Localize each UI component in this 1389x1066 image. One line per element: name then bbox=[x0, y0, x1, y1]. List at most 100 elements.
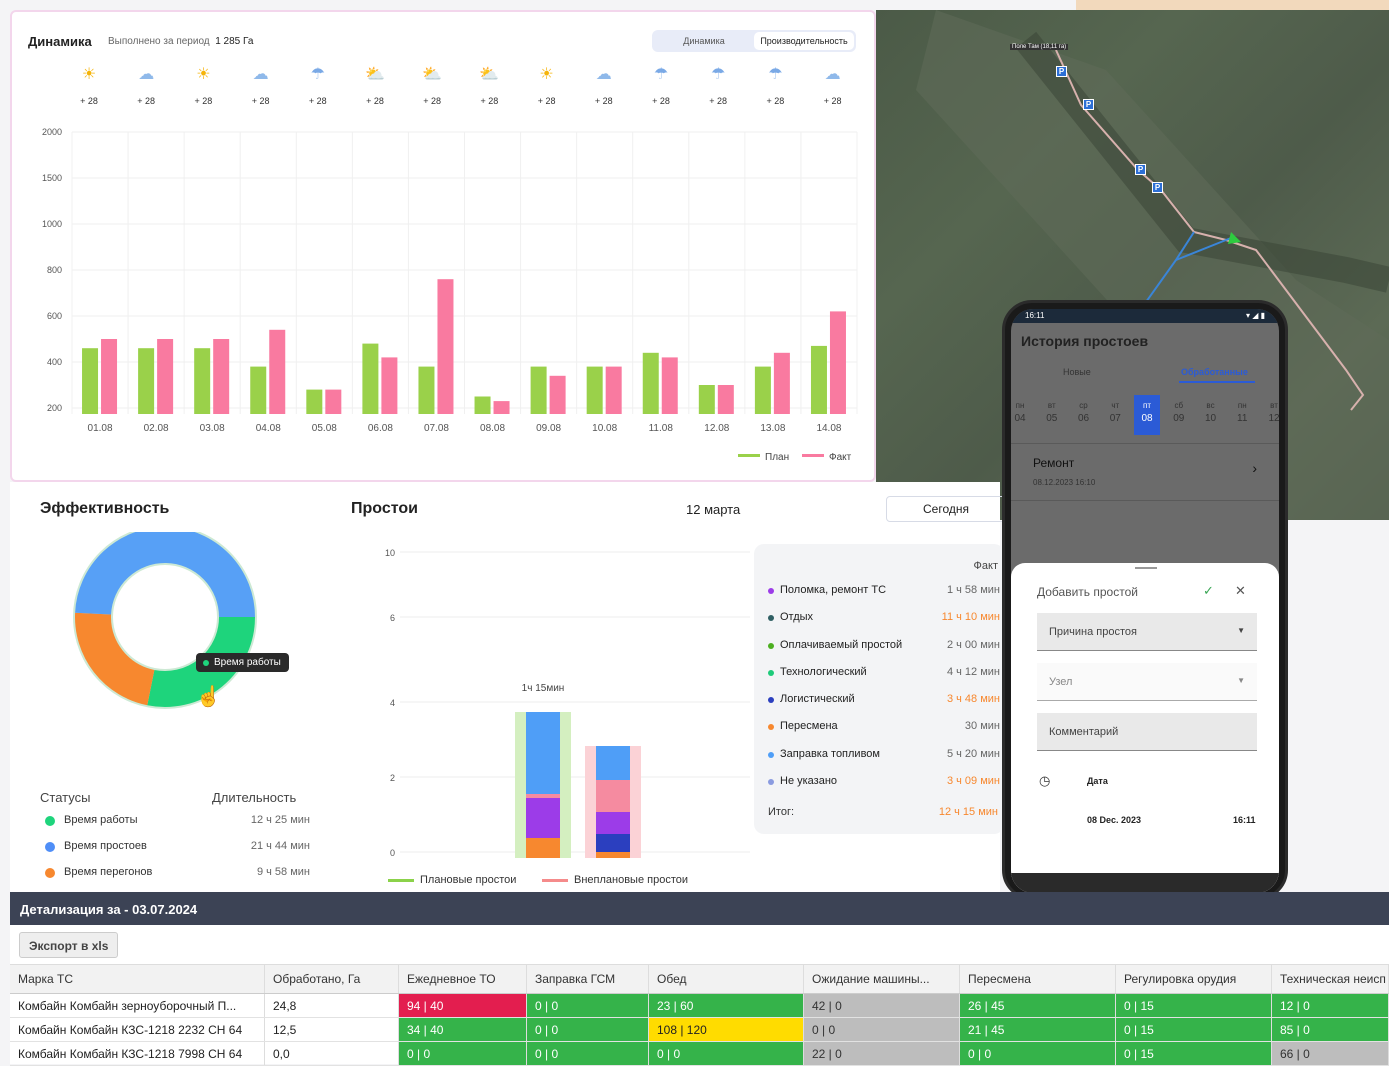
stacked-segment bbox=[526, 838, 560, 858]
sheet-handle[interactable] bbox=[1135, 567, 1157, 569]
status-label: Время перегонов bbox=[64, 866, 153, 878]
downtime-dot bbox=[768, 779, 774, 786]
column-header[interactable]: Регулировка орудия bbox=[1116, 965, 1272, 993]
column-header[interactable]: Ежедневное ТО bbox=[399, 965, 527, 993]
legend-swatch bbox=[802, 454, 824, 457]
check-icon[interactable]: ✓ bbox=[1203, 583, 1214, 599]
day-number: 09 bbox=[1173, 413, 1185, 424]
export-xls-button[interactable]: Экспорт в xls bbox=[19, 932, 119, 958]
y-tick-label: 2 bbox=[390, 773, 395, 783]
bar-plan bbox=[362, 343, 379, 414]
downtime-value: 30 мин bbox=[964, 720, 1000, 733]
legend-plan: Плановые простои bbox=[388, 874, 516, 886]
tab-indicator bbox=[1179, 381, 1255, 383]
x-tick-label: 06.08 bbox=[368, 423, 393, 434]
tab-processed[interactable]: Обработанные bbox=[1181, 367, 1248, 377]
day-cell[interactable]: сб 09 bbox=[1166, 395, 1192, 435]
date-value[interactable]: 08 Dec. 2023 bbox=[1087, 815, 1141, 825]
column-header[interactable]: Обработано, Га bbox=[265, 965, 399, 993]
phone-screen: 16:11 ▾ ◢ ▮ История простоев Новые Обрабо… bbox=[1011, 309, 1279, 893]
y-tick-label: 800 bbox=[47, 265, 62, 275]
stacked-segment bbox=[526, 712, 560, 794]
today-button[interactable]: Сегодня bbox=[886, 496, 1006, 522]
toggle-productivity[interactable]: Производительность bbox=[754, 32, 854, 50]
bar-fact bbox=[661, 357, 678, 414]
downtime-value: 3 ч 09 мин bbox=[946, 775, 1000, 788]
view-toggle: Динамика Производительность bbox=[652, 30, 856, 52]
day-cell[interactable]: пн 04 bbox=[1011, 395, 1033, 435]
day-name: чт bbox=[1111, 401, 1120, 410]
stacked-segment bbox=[526, 794, 560, 798]
bar-plan bbox=[810, 345, 827, 414]
bar-fact bbox=[605, 366, 622, 414]
statuses-header: Статусы bbox=[40, 790, 91, 805]
column-header[interactable]: Техническая неисп bbox=[1272, 965, 1389, 993]
day-cell[interactable]: чт 07 bbox=[1102, 395, 1128, 435]
day-cell[interactable]: вс 10 bbox=[1198, 395, 1224, 435]
day-name: пн bbox=[1237, 401, 1247, 410]
downtime-label: Оплачиваемый простой bbox=[780, 638, 903, 651]
column-header[interactable]: Обед bbox=[649, 965, 804, 993]
efficiency-title: Эффективность bbox=[40, 500, 170, 517]
table-cell: 26 | 45 bbox=[960, 994, 1116, 1017]
bar-fact bbox=[773, 352, 790, 414]
parking-marker[interactable]: P bbox=[1056, 66, 1067, 77]
x-tick-label: 07.08 bbox=[424, 423, 449, 434]
parking-marker[interactable]: P bbox=[1083, 99, 1094, 110]
total-label: Итог: bbox=[768, 806, 795, 818]
time-value[interactable]: 16:11 bbox=[1233, 815, 1256, 825]
table-cell: 12 | 0 bbox=[1272, 994, 1389, 1017]
tab-new[interactable]: Новые bbox=[1063, 367, 1091, 377]
table-cell: 12,5 bbox=[265, 1018, 399, 1041]
bar-fact bbox=[157, 339, 174, 414]
bar-fact bbox=[269, 329, 286, 414]
column-header[interactable]: Заправка ГСМ bbox=[527, 965, 649, 993]
parking-marker[interactable]: P bbox=[1152, 182, 1163, 193]
day-number: 04 bbox=[1014, 413, 1026, 424]
chevron-right-icon: › bbox=[1252, 460, 1257, 476]
donut-tooltip: Время работы bbox=[196, 653, 289, 672]
status-bar: 16:11 ▾ ◢ ▮ bbox=[1011, 309, 1279, 323]
bar-fact bbox=[829, 311, 846, 414]
day-cell[interactable]: вт 12 bbox=[1261, 395, 1279, 435]
table-cell: 0 | 15 bbox=[1116, 994, 1272, 1017]
downtime-value: 11 ч 10 мин bbox=[941, 611, 1000, 624]
y-tick-label: 600 bbox=[47, 311, 62, 321]
column-header[interactable]: Пересмена bbox=[960, 965, 1116, 993]
downtime-item[interactable]: Ремонт 08.12.2023 16:10 › bbox=[1011, 443, 1279, 501]
parking-marker[interactable]: P bbox=[1135, 164, 1146, 175]
day-name: вт bbox=[1270, 401, 1278, 410]
close-icon[interactable]: ✕ bbox=[1235, 583, 1246, 599]
y-tick-label: 4 bbox=[390, 698, 395, 708]
column-header[interactable]: Ожидание машины... bbox=[804, 965, 960, 993]
downtime-label: Заправка топливом bbox=[780, 747, 880, 760]
toggle-dynamics[interactable]: Динамика bbox=[654, 32, 754, 50]
legend-label: Факт bbox=[829, 452, 852, 463]
day-cell[interactable]: пн 11 bbox=[1229, 395, 1255, 435]
bar-plan bbox=[474, 396, 491, 414]
bar-fact bbox=[325, 389, 342, 414]
legend-unplan: Внеплановые простои bbox=[542, 874, 688, 886]
sheet-title: Добавить простой bbox=[1037, 585, 1138, 599]
y-tick-label: 1000 bbox=[42, 219, 62, 229]
day-name: вт bbox=[1047, 401, 1056, 410]
downtime-row: Поломка, ремонт ТС 1 ч 58 мин bbox=[768, 584, 1000, 611]
column-header[interactable]: Марка ТС bbox=[10, 965, 265, 993]
x-tick-label: 05.08 bbox=[312, 423, 337, 434]
day-number: 06 bbox=[1077, 413, 1090, 424]
comment-field[interactable]: Комментарий bbox=[1037, 713, 1257, 751]
day-cell[interactable]: ср 06 bbox=[1071, 395, 1097, 435]
node-select[interactable]: Узел ▼ bbox=[1037, 663, 1257, 701]
field-label: Поле Там (18,11 га) bbox=[1010, 44, 1069, 50]
day-cell[interactable]: пт 08 bbox=[1134, 395, 1160, 435]
status-label: Время простоев bbox=[64, 840, 147, 852]
day-cell[interactable]: вт 05 bbox=[1039, 395, 1065, 435]
downtime-dot bbox=[768, 751, 774, 758]
table-cell: 34 | 40 bbox=[399, 1018, 527, 1041]
table-row[interactable]: Комбайн Комбайн КЗС-1218 7998 СН 64 0,0 0 … bbox=[10, 1042, 1389, 1066]
table-row[interactable]: Комбайн Комбайн КЗС-1218 2232 СН 64 12,5 3… bbox=[10, 1018, 1389, 1042]
reason-select[interactable]: Причина простоя ▼ bbox=[1037, 613, 1257, 651]
downtime-dot bbox=[768, 588, 774, 594]
downtime-dot bbox=[768, 697, 774, 704]
table-row[interactable]: Комбайн Комбайн зерноуборочный П... 24,8 9… bbox=[10, 994, 1389, 1018]
